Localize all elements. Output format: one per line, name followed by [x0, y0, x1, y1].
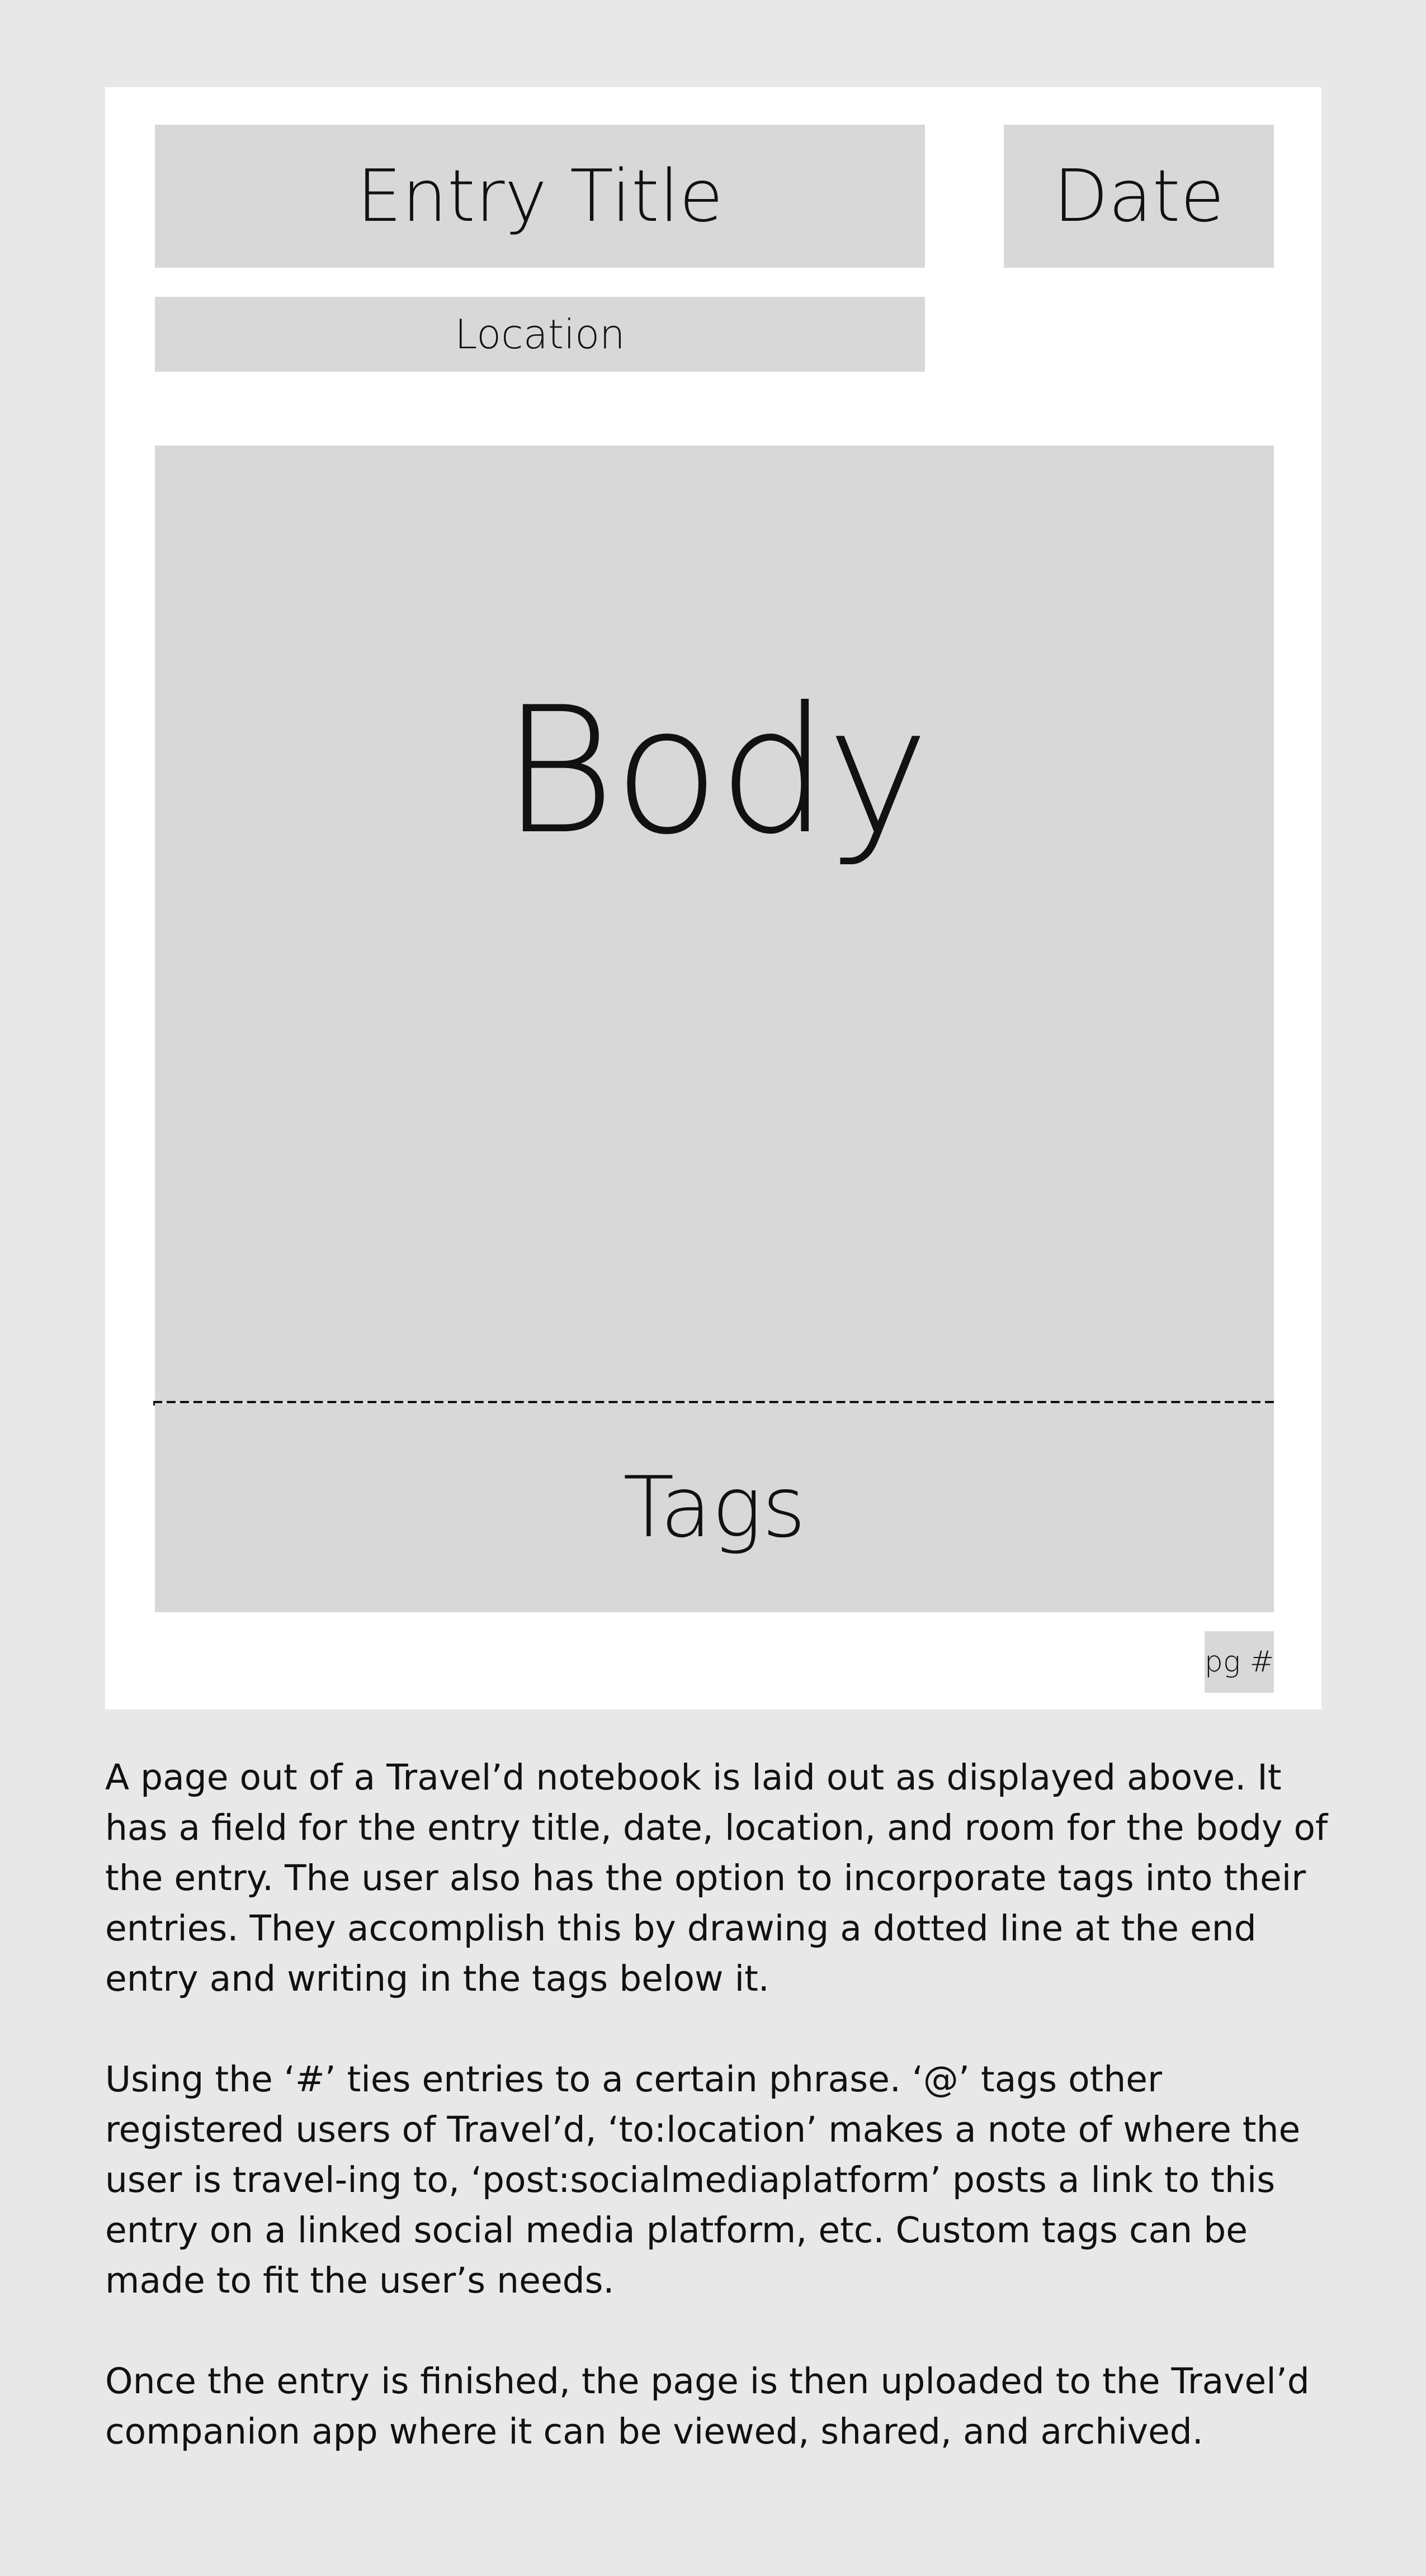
body-label: Body [501, 669, 930, 873]
entry-title-label: Entry Title [356, 154, 724, 238]
page-number-field: pg # [1205, 1631, 1274, 1693]
location-field: Location [155, 297, 925, 372]
description-paragraph: A page out of a Travel’d notebook is lai… [105, 1757, 1328, 1999]
date-field: Date [1004, 125, 1274, 268]
date-label: Date [1053, 154, 1225, 238]
tags-field: Tags [155, 1403, 1274, 1612]
description-paragraph: Using the ‘#’ ties entries to a certain … [105, 2059, 1301, 2301]
description-text: A page out of a Travel’d notebook is lai… [105, 1753, 1335, 2457]
description-paragraph: Once the entry is finished, the page is … [105, 2361, 1310, 2452]
entry-title-field: Entry Title [155, 125, 925, 268]
location-label: Location [455, 311, 625, 358]
page-number-label: pg # [1204, 1645, 1274, 1679]
notebook-page: Entry Title Date Location Body Tags pg # [105, 87, 1321, 1710]
body-field: Body [155, 446, 1274, 1403]
tags-label: Tags [623, 1459, 806, 1556]
